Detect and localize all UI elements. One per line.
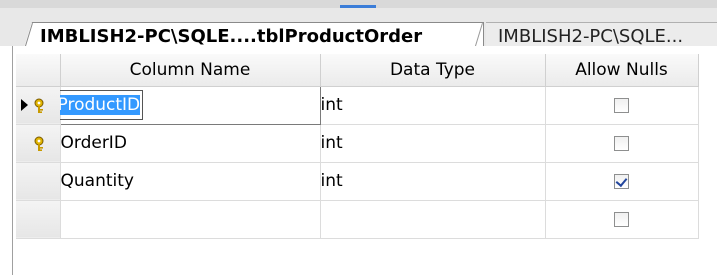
tab-label: IMBLISH2-PC\SQLE....tblProductOrder (40, 26, 423, 47)
data-type-cell[interactable] (320, 200, 546, 239)
tab-label: IMBLISH2-PC\SQLE... (498, 26, 684, 47)
column-name-cell[interactable] (60, 200, 321, 239)
allow-nulls-header[interactable]: Allow Nulls (545, 54, 699, 87)
data-type-cell[interactable]: int (320, 162, 546, 201)
row-selector-header[interactable] (16, 54, 61, 87)
allow-nulls-cell[interactable] (545, 124, 699, 163)
allow-nulls-cell[interactable] (545, 200, 699, 239)
grid-header-row: Column Name Data Type Allow Nulls (16, 54, 699, 87)
table-row[interactable] (16, 200, 699, 239)
table-row[interactable]: OrderID int (16, 124, 699, 163)
allow-nulls-cell[interactable] (545, 86, 699, 125)
current-row-arrow-icon (21, 98, 28, 111)
primary-key-icon (34, 136, 44, 151)
column-name-cell[interactable]: ProductID (54, 85, 321, 125)
window-top-strip (0, 0, 717, 8)
allow-nulls-checkbox[interactable] (614, 97, 629, 113)
primary-key-icon (34, 98, 44, 113)
allow-nulls-checkbox[interactable] (614, 211, 629, 227)
column-designer-grid: Column Name Data Type Allow Nulls Produc… (16, 54, 699, 239)
column-name-header[interactable]: Column Name (60, 54, 321, 87)
column-name-value: ProductID (57, 95, 141, 115)
allow-nulls-cell[interactable] (545, 162, 699, 201)
document-tab-bar: IMBLISH2-PC\SQLE....tblProductOrder IMBL… (0, 8, 717, 55)
column-name-input[interactable]: ProductID (54, 90, 144, 120)
row-selector[interactable] (16, 162, 61, 201)
allow-nulls-checkbox[interactable] (614, 173, 629, 189)
data-type-header[interactable]: Data Type (320, 54, 546, 87)
allow-nulls-checkbox[interactable] (614, 135, 629, 151)
table-row[interactable]: Quantity int (16, 162, 699, 201)
row-selector[interactable] (16, 86, 61, 125)
table-row[interactable]: ProductID int (16, 85, 699, 125)
column-name-cell[interactable]: OrderID (60, 124, 321, 163)
column-name-cell[interactable]: Quantity (60, 162, 321, 201)
row-selector[interactable] (16, 124, 61, 163)
row-selector[interactable] (16, 200, 61, 239)
data-type-cell[interactable]: int (320, 124, 546, 163)
data-type-cell[interactable]: int (320, 86, 546, 125)
pane-border (12, 46, 13, 275)
